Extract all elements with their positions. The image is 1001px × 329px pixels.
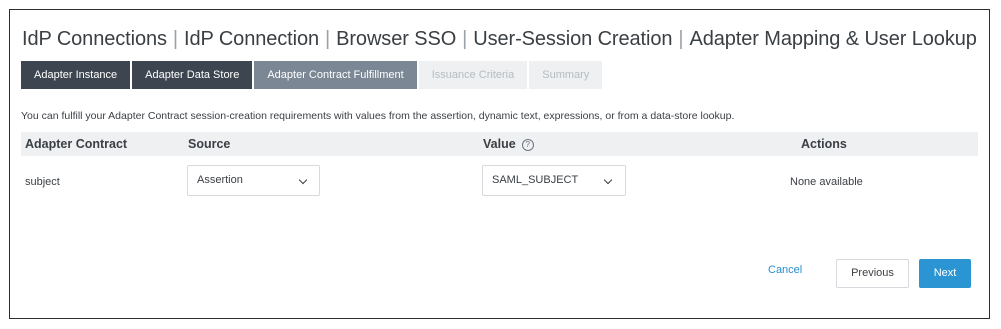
intro-text: You can fulfill your Adapter Contract se… [21, 110, 735, 122]
breadcrumb-separator: | [462, 28, 468, 50]
tab-adapter-data-store[interactable]: Adapter Data Store [132, 61, 253, 89]
chevron-down-icon [603, 175, 613, 185]
next-button[interactable]: Next [919, 259, 971, 288]
header-value: Value? [483, 132, 534, 156]
breadcrumb-item-browser-sso[interactable]: Browser SSO [336, 28, 456, 50]
previous-button[interactable]: Previous [836, 259, 909, 288]
breadcrumb-item-user-session-creation[interactable]: User-Session Creation [473, 28, 672, 50]
breadcrumb-separator: | [678, 28, 684, 50]
header-source: Source [188, 137, 231, 151]
header-adapter-contract: Adapter Contract [25, 137, 128, 151]
header-actions: Actions [801, 137, 847, 151]
wizard-tabs: Adapter Instance Adapter Data Store Adap… [21, 61, 604, 89]
tab-issuance-criteria: Issuance Criteria [418, 61, 528, 89]
chevron-down-icon [298, 175, 308, 185]
info-icon[interactable]: ? [521, 139, 534, 151]
breadcrumb-item-idp-connections[interactable]: IdP Connections [22, 28, 167, 50]
actions-cell: None available [790, 176, 863, 188]
adapter-mapping-panel: IdP Connections | IdP Connection | Browser S… [9, 9, 990, 319]
tab-summary: Summary [529, 61, 603, 89]
tab-adapter-instance[interactable]: Adapter Instance [21, 61, 131, 89]
breadcrumb-separator: | [325, 28, 331, 50]
value-select-value: SAML_SUBJECT [492, 174, 579, 186]
cancel-button[interactable]: Cancel [768, 264, 802, 276]
value-select[interactable]: SAML_SUBJECT [482, 165, 626, 196]
source-select[interactable]: Assertion [187, 165, 320, 196]
table-header: Adapter Contract Source Value? Actions [21, 132, 978, 156]
source-select-value: Assertion [197, 174, 243, 186]
breadcrumb-separator: | [172, 28, 179, 50]
contract-cell: subject [25, 176, 60, 188]
tab-adapter-contract-fulfillment[interactable]: Adapter Contract Fulfillment [254, 61, 417, 89]
breadcrumb-item-adapter-mapping: Adapter Mapping & User Lookup [689, 28, 977, 50]
breadcrumb-item-idp-connection[interactable]: IdP Connection [184, 28, 319, 50]
breadcrumb: IdP Connections | IdP Connection | Browser S… [22, 28, 977, 51]
header-value-label: Value [483, 137, 516, 151]
